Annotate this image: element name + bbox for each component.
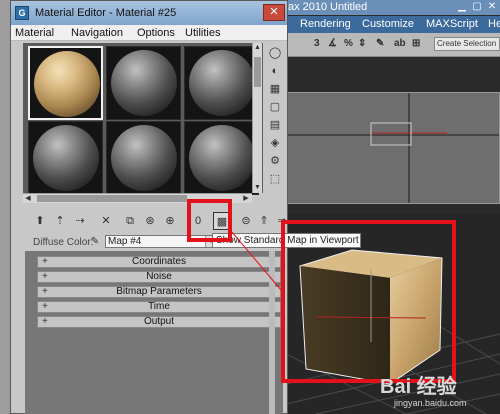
watermark-brand: Bai 经验 — [380, 376, 457, 398]
annotation-arrow — [231, 231, 282, 291]
watermark-url: jingyan.baidu.com — [394, 398, 467, 408]
